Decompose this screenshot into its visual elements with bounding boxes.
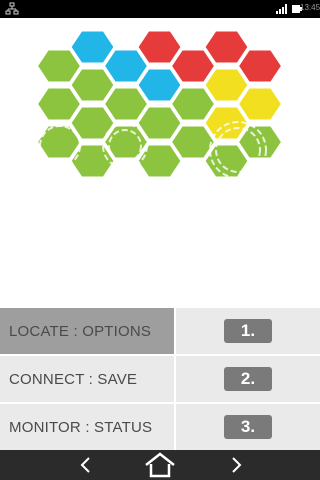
menu-row-monitor[interactable]: MONITOR : STATUS 3.	[0, 404, 320, 450]
menu-item-locate-options[interactable]: LOCATE : OPTIONS	[0, 308, 174, 354]
button-2[interactable]: 2.	[224, 367, 272, 391]
menu-item-connect-save[interactable]: CONNECT : SAVE	[0, 356, 174, 402]
back-arrow-icon[interactable]	[76, 456, 96, 474]
menu-label: CONNECT : SAVE	[9, 370, 138, 388]
menu-button-cell[interactable]: 2.	[176, 356, 320, 402]
menu-label: LOCATE : OPTIONS	[9, 322, 152, 340]
home-icon[interactable]	[144, 452, 176, 478]
signal-icon	[276, 4, 287, 14]
hexagon-grid	[35, 29, 284, 179]
status-bar: 13:45	[0, 0, 320, 18]
clock: 13:45	[300, 3, 320, 12]
menu-button-cell[interactable]: 3.	[176, 404, 320, 450]
button-3[interactable]: 3.	[224, 415, 272, 439]
navigation-bar	[0, 450, 320, 480]
button-1[interactable]: 1.	[224, 319, 272, 343]
menu-item-monitor-status[interactable]: MONITOR : STATUS	[0, 404, 174, 450]
menu-button-cell[interactable]: 1.	[176, 308, 320, 354]
forward-arrow-icon[interactable]	[226, 456, 246, 474]
menu-row-connect[interactable]: CONNECT : SAVE 2.	[0, 356, 320, 402]
hexagon-tile	[236, 48, 284, 84]
network-icon	[5, 2, 19, 15]
hexagon-tile	[236, 86, 284, 122]
menu-label: MONITOR : STATUS	[9, 418, 153, 436]
menu-row-locate[interactable]: LOCATE : OPTIONS 1.	[0, 308, 320, 354]
menu-panel: LOCATE : OPTIONS 1. CONNECT : SAVE 2. MO…	[0, 308, 320, 450]
